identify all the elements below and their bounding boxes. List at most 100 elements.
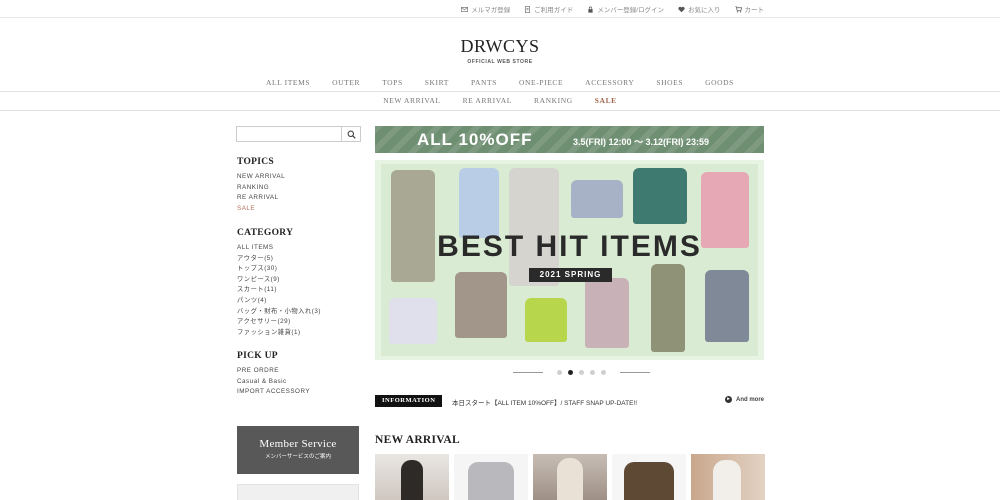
- secondary-nav: NEW ARRIVAL RE ARRIVAL RANKING SALE: [0, 96, 1000, 105]
- nav-divider-bottom: [0, 110, 1000, 111]
- nav-re-arrival[interactable]: RE ARRIVAL: [463, 96, 512, 105]
- primary-nav: ALL ITEMS OUTER TOPS SKIRT PANTS ONE-PIE…: [0, 78, 1000, 87]
- garment-image: [585, 278, 629, 348]
- cart-icon: [734, 5, 742, 12]
- nav-divider: [0, 91, 1000, 92]
- product-thumbnail[interactable]: [375, 454, 449, 500]
- carousel-dot[interactable]: [590, 370, 595, 375]
- guide-label: ご利用ガイド: [534, 7, 574, 14]
- nav-sale[interactable]: SALE: [595, 96, 617, 105]
- category-item[interactable]: バッグ・財布・小物入れ(3): [237, 307, 321, 318]
- guide-link[interactable]: ご利用ガイド: [524, 4, 573, 14]
- site-logo[interactable]: DRWCYS OFFICIAL WEB STORE: [0, 36, 1000, 65]
- category-item[interactable]: スカート(11): [237, 285, 321, 296]
- and-more-link[interactable]: ▸ And more: [724, 396, 764, 403]
- nav-shoes[interactable]: SHOES: [656, 78, 683, 87]
- nav-skirt[interactable]: SKIRT: [425, 78, 449, 87]
- category-title: CATEGORY: [237, 228, 294, 238]
- information-bar: INFORMATION 本日スタート【ALL ITEM 10%OFF】/ STA…: [375, 395, 764, 407]
- search-icon: [347, 130, 356, 139]
- document-icon: [525, 5, 531, 13]
- topics-title: TOPICS: [237, 157, 274, 167]
- nav-pants[interactable]: PANTS: [471, 78, 497, 87]
- garment-image: [571, 180, 623, 218]
- topics-item[interactable]: NEW ARRIVAL: [237, 172, 285, 183]
- product-thumbnail[interactable]: [612, 454, 686, 500]
- topics-section: TOPICS NEW ARRIVAL RANKING RE ARRIVAL SA…: [237, 157, 285, 214]
- topics-item-sale[interactable]: SALE: [237, 204, 285, 215]
- utility-links: メルマガ登録 ご利用ガイド メンバー登録/ログイン お気に入り カート: [461, 4, 764, 14]
- category-item[interactable]: ALL ITEMS: [237, 243, 321, 254]
- carousel-pagination: [505, 370, 658, 375]
- garment-image: [525, 298, 567, 342]
- garment-figure: [468, 462, 514, 500]
- model-figure: [713, 460, 741, 500]
- search-input[interactable]: [236, 126, 341, 142]
- favorites-link[interactable]: お気に入り: [678, 4, 721, 14]
- model-figure: [401, 460, 423, 500]
- garment-image: [633, 168, 687, 224]
- newsletter-link[interactable]: メルマガ登録: [461, 4, 510, 14]
- nav-all-items[interactable]: ALL ITEMS: [266, 78, 310, 87]
- category-item[interactable]: ワンピース(9): [237, 275, 321, 286]
- search-box: [236, 126, 361, 142]
- garment-figure: [624, 462, 674, 500]
- favorites-label: お気に入り: [688, 7, 721, 14]
- pickup-title: PICK UP: [237, 351, 278, 361]
- category-item[interactable]: パンツ(4): [237, 296, 321, 307]
- nav-new-arrival[interactable]: NEW ARRIVAL: [383, 96, 440, 105]
- member-service-banner[interactable]: Member Service メンバーサービスのご案内: [237, 426, 359, 474]
- product-thumbnail[interactable]: [533, 454, 607, 500]
- carousel-dot[interactable]: [557, 370, 562, 375]
- category-item[interactable]: トップス(30): [237, 264, 321, 275]
- pickup-item[interactable]: PRE ORDRE: [237, 366, 310, 377]
- garment-image: [651, 264, 685, 352]
- information-text[interactable]: 本日スタート【ALL ITEM 10%OFF】/ STAFF SNAP UP-D…: [452, 397, 637, 407]
- logo-name: DRWCYS: [460, 36, 540, 56]
- pickup-item[interactable]: Casual & Basic: [237, 377, 310, 388]
- and-more-label: And more: [735, 396, 764, 403]
- topics-item[interactable]: RE ARRIVAL: [237, 193, 285, 204]
- new-arrival-title: NEW ARRIVAL: [375, 434, 460, 446]
- carousel-prev-line[interactable]: [513, 372, 543, 373]
- pickup-section: PICK UP PRE ORDRE Casual & Basic IMPORT …: [237, 351, 310, 398]
- topics-item[interactable]: RANKING: [237, 183, 285, 194]
- category-item[interactable]: ファッション雑貨(1): [237, 328, 321, 339]
- garment-image: [459, 168, 499, 238]
- login-link[interactable]: メンバー登録/ログイン: [587, 4, 664, 14]
- information-badge: INFORMATION: [375, 395, 443, 407]
- mail-icon: [461, 6, 469, 12]
- hero-season-label: 2021 SPRING: [529, 268, 612, 282]
- hero-banner[interactable]: BEST HIT ITEMS 2021 SPRING: [375, 160, 764, 360]
- nav-outer[interactable]: OUTER: [332, 78, 360, 87]
- carousel-dot[interactable]: [579, 370, 584, 375]
- promo-banner[interactable]: ALL 10%OFF 3.5(FRI) 12:00 〜 3.12(FRI) 23…: [375, 126, 764, 153]
- model-figure: [557, 458, 583, 500]
- member-service-subtitle: メンバーサービスのご案内: [265, 454, 331, 460]
- category-item[interactable]: アクセサリー(29): [237, 317, 321, 328]
- search-button[interactable]: [341, 126, 361, 142]
- carousel-dot-active[interactable]: [568, 370, 573, 375]
- member-service-title: Member Service: [259, 438, 337, 450]
- nav-one-piece[interactable]: ONE-PIECE: [519, 78, 563, 87]
- newsletter-label: メルマガ登録: [471, 7, 511, 14]
- product-thumbnail[interactable]: [454, 454, 528, 500]
- nav-ranking[interactable]: RANKING: [534, 96, 573, 105]
- carousel-next-line[interactable]: [620, 372, 650, 373]
- login-label: メンバー登録/ログイン: [597, 7, 664, 14]
- promo-headline: ALL 10%OFF: [417, 130, 533, 149]
- category-item[interactable]: アウター(5): [237, 254, 321, 265]
- category-section: CATEGORY ALL ITEMS アウター(5) トップス(30) ワンピー…: [237, 228, 321, 338]
- cart-link[interactable]: カート: [734, 4, 765, 14]
- cart-label: カート: [744, 7, 765, 14]
- utility-bar: メルマガ登録 ご利用ガイド メンバー登録/ログイン お気に入り カート: [0, 0, 1000, 18]
- carousel-dot[interactable]: [601, 370, 606, 375]
- pickup-item[interactable]: IMPORT ACCESSORY: [237, 387, 310, 398]
- nav-accessory[interactable]: ACCESSORY: [585, 78, 634, 87]
- nav-goods[interactable]: GOODS: [705, 78, 734, 87]
- secondary-banner[interactable]: [237, 484, 359, 500]
- product-thumbnail[interactable]: [691, 454, 765, 500]
- hero-headline: BEST HIT ITEMS: [437, 230, 702, 263]
- lock-icon: [588, 6, 593, 13]
- nav-tops[interactable]: TOPS: [382, 78, 403, 87]
